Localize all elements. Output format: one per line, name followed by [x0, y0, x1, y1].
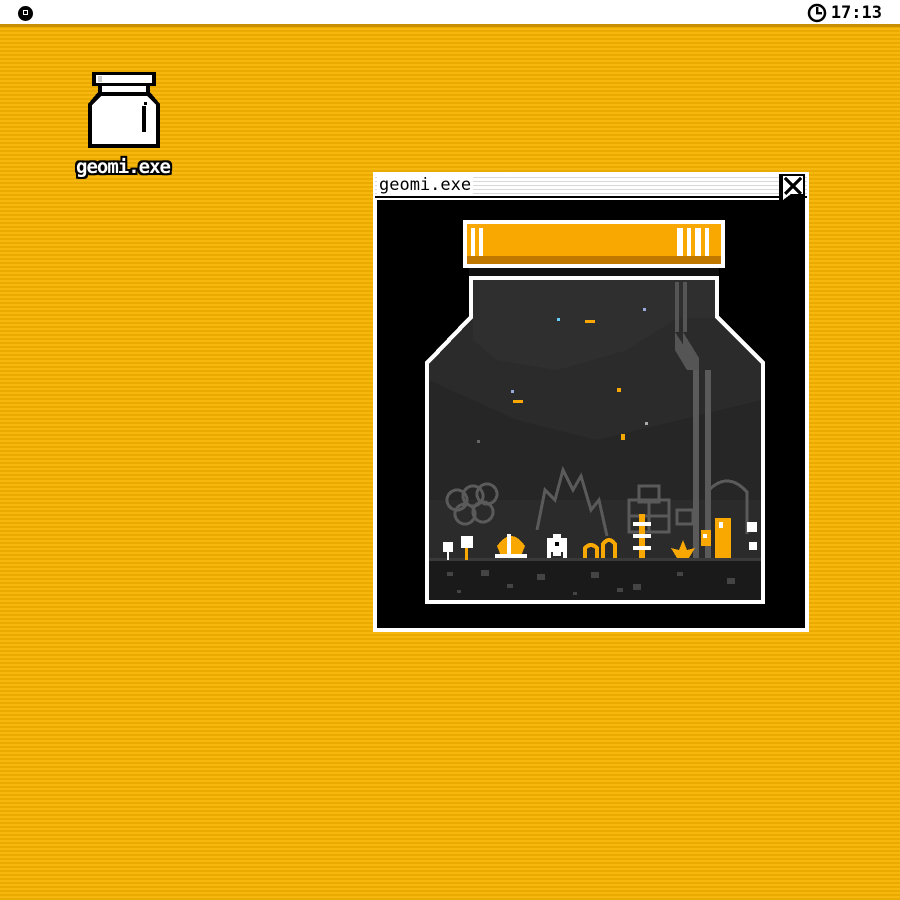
desktop-icon-geomi[interactable]: geomi.exe	[60, 70, 186, 190]
menu-bar: 17:13	[0, 0, 900, 27]
soil	[429, 558, 761, 600]
clock-time: 17:13	[830, 3, 882, 23]
app-window: geomi.exe	[373, 172, 809, 632]
circle-logo-icon[interactable]	[17, 5, 34, 22]
terrarium-scene	[377, 200, 805, 628]
clock[interactable]: 17:13	[807, 3, 882, 23]
close-flag-icon[interactable]	[777, 172, 807, 202]
jar-icon	[88, 72, 160, 148]
window-titlebar[interactable]: geomi.exe	[375, 174, 807, 200]
clock-icon	[807, 3, 827, 23]
jar-lid	[463, 220, 725, 268]
desktop-icon-label: geomi.exe	[76, 156, 171, 178]
terrarium-viewport	[377, 200, 805, 628]
window-title: geomi.exe	[377, 175, 474, 195]
